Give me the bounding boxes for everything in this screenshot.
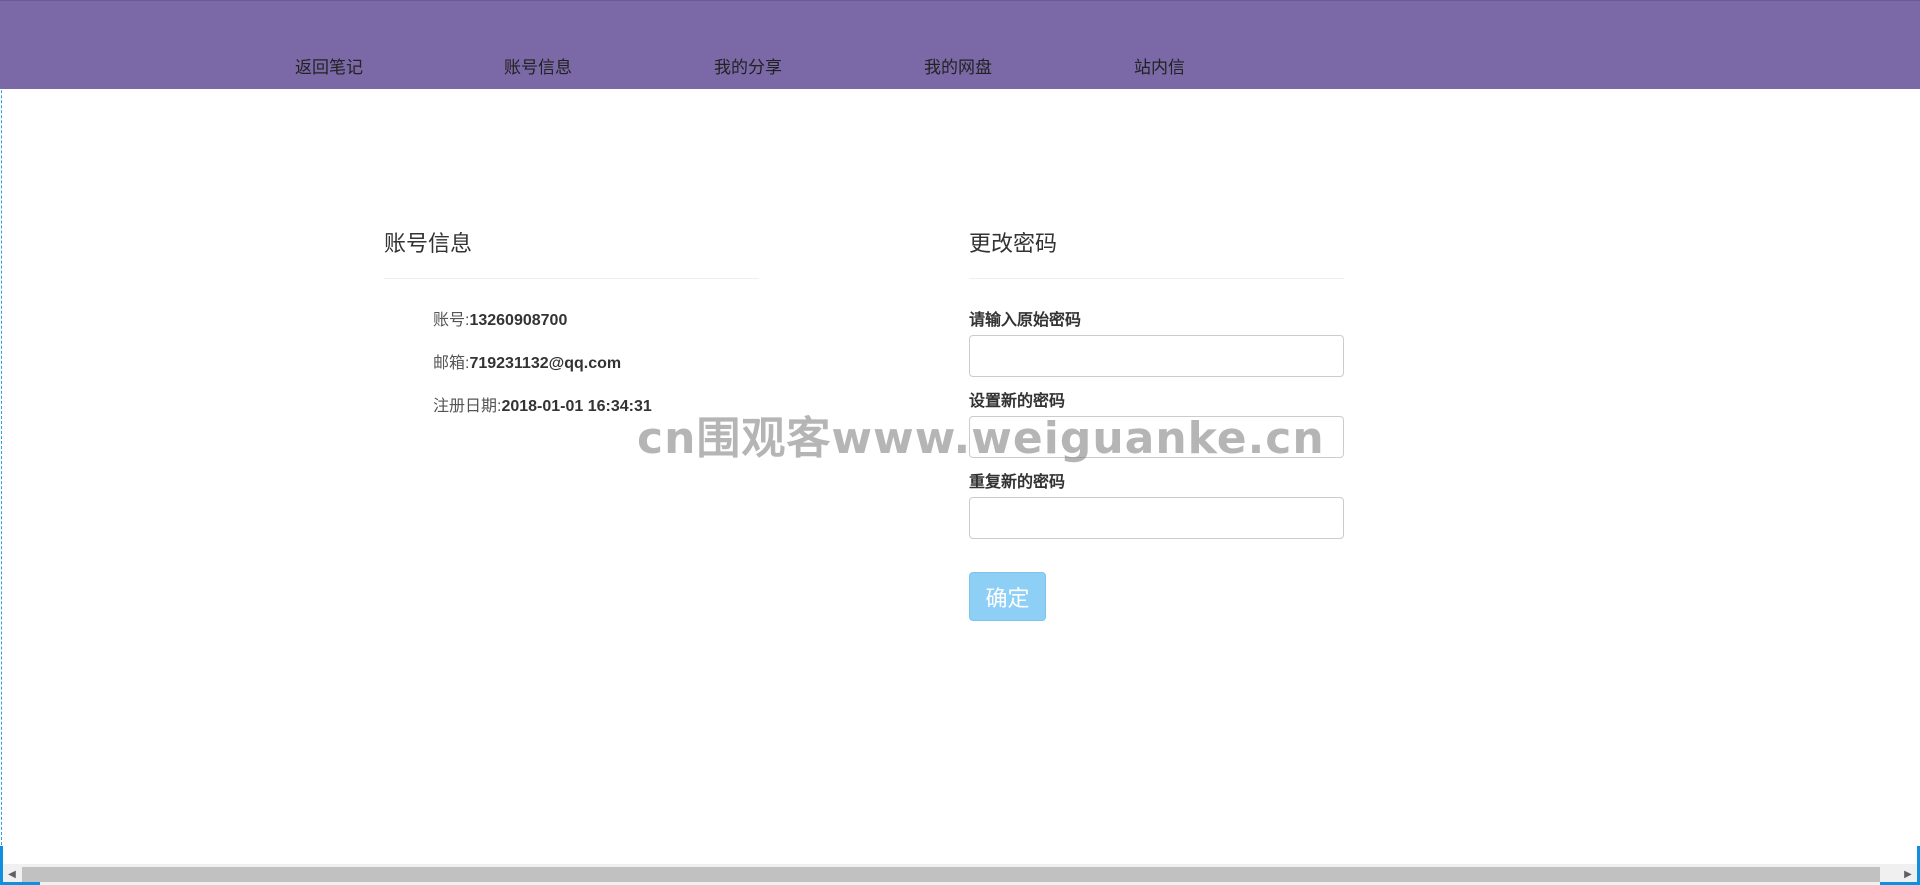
nav-item-back-to-notes[interactable]: 返回笔记 (295, 53, 363, 78)
nav-item-messages[interactable]: 站内信 (1134, 53, 1185, 78)
top-nav-bar: 返回笔记 账号信息 我的分享 我的网盘 站内信 (0, 0, 1920, 89)
old-password-label: 请输入原始密码 (969, 312, 1082, 329)
account-number-row: 账号:13260908700 (433, 306, 567, 330)
left-edge-marker (0, 846, 3, 885)
register-date-row: 注册日期:2018-01-01 16:34:31 (433, 392, 652, 416)
nav-item-account-info[interactable]: 账号信息 (504, 53, 572, 78)
email-value: 719231132@qq.com (469, 355, 622, 372)
email-label: 邮箱: (433, 355, 470, 372)
account-info-title: 账号信息 (384, 231, 473, 256)
old-password-input[interactable] (969, 335, 1344, 377)
left-guide-line (1, 0, 2, 860)
account-number-value: 13260908700 (469, 312, 568, 329)
register-date-label: 注册日期: (433, 398, 502, 415)
repeat-password-input[interactable] (969, 497, 1344, 539)
scrollbar-thumb[interactable] (22, 867, 1880, 882)
account-number-label: 账号: (433, 312, 470, 329)
email-row: 邮箱:719231132@qq.com (433, 349, 621, 373)
watermark: cn围观客www.weiguanke.cn (637, 413, 1325, 464)
change-password-title: 更改密码 (969, 231, 1058, 256)
horizontal-scrollbar[interactable]: ◀ ▶ (0, 864, 1920, 885)
change-password-divider (969, 278, 1344, 279)
account-info-divider (384, 278, 759, 279)
repeat-password-label: 重复新的密码 (969, 474, 1066, 491)
nav-item-my-shares[interactable]: 我的分享 (714, 53, 782, 78)
nav-item-my-drive[interactable]: 我的网盘 (924, 53, 992, 78)
confirm-button[interactable]: 确定 (969, 572, 1046, 621)
register-date-value: 2018-01-01 16:34:31 (501, 398, 652, 415)
page: 返回笔记 账号信息 我的分享 我的网盘 站内信 账号信息 账号:13260908… (0, 0, 1920, 885)
